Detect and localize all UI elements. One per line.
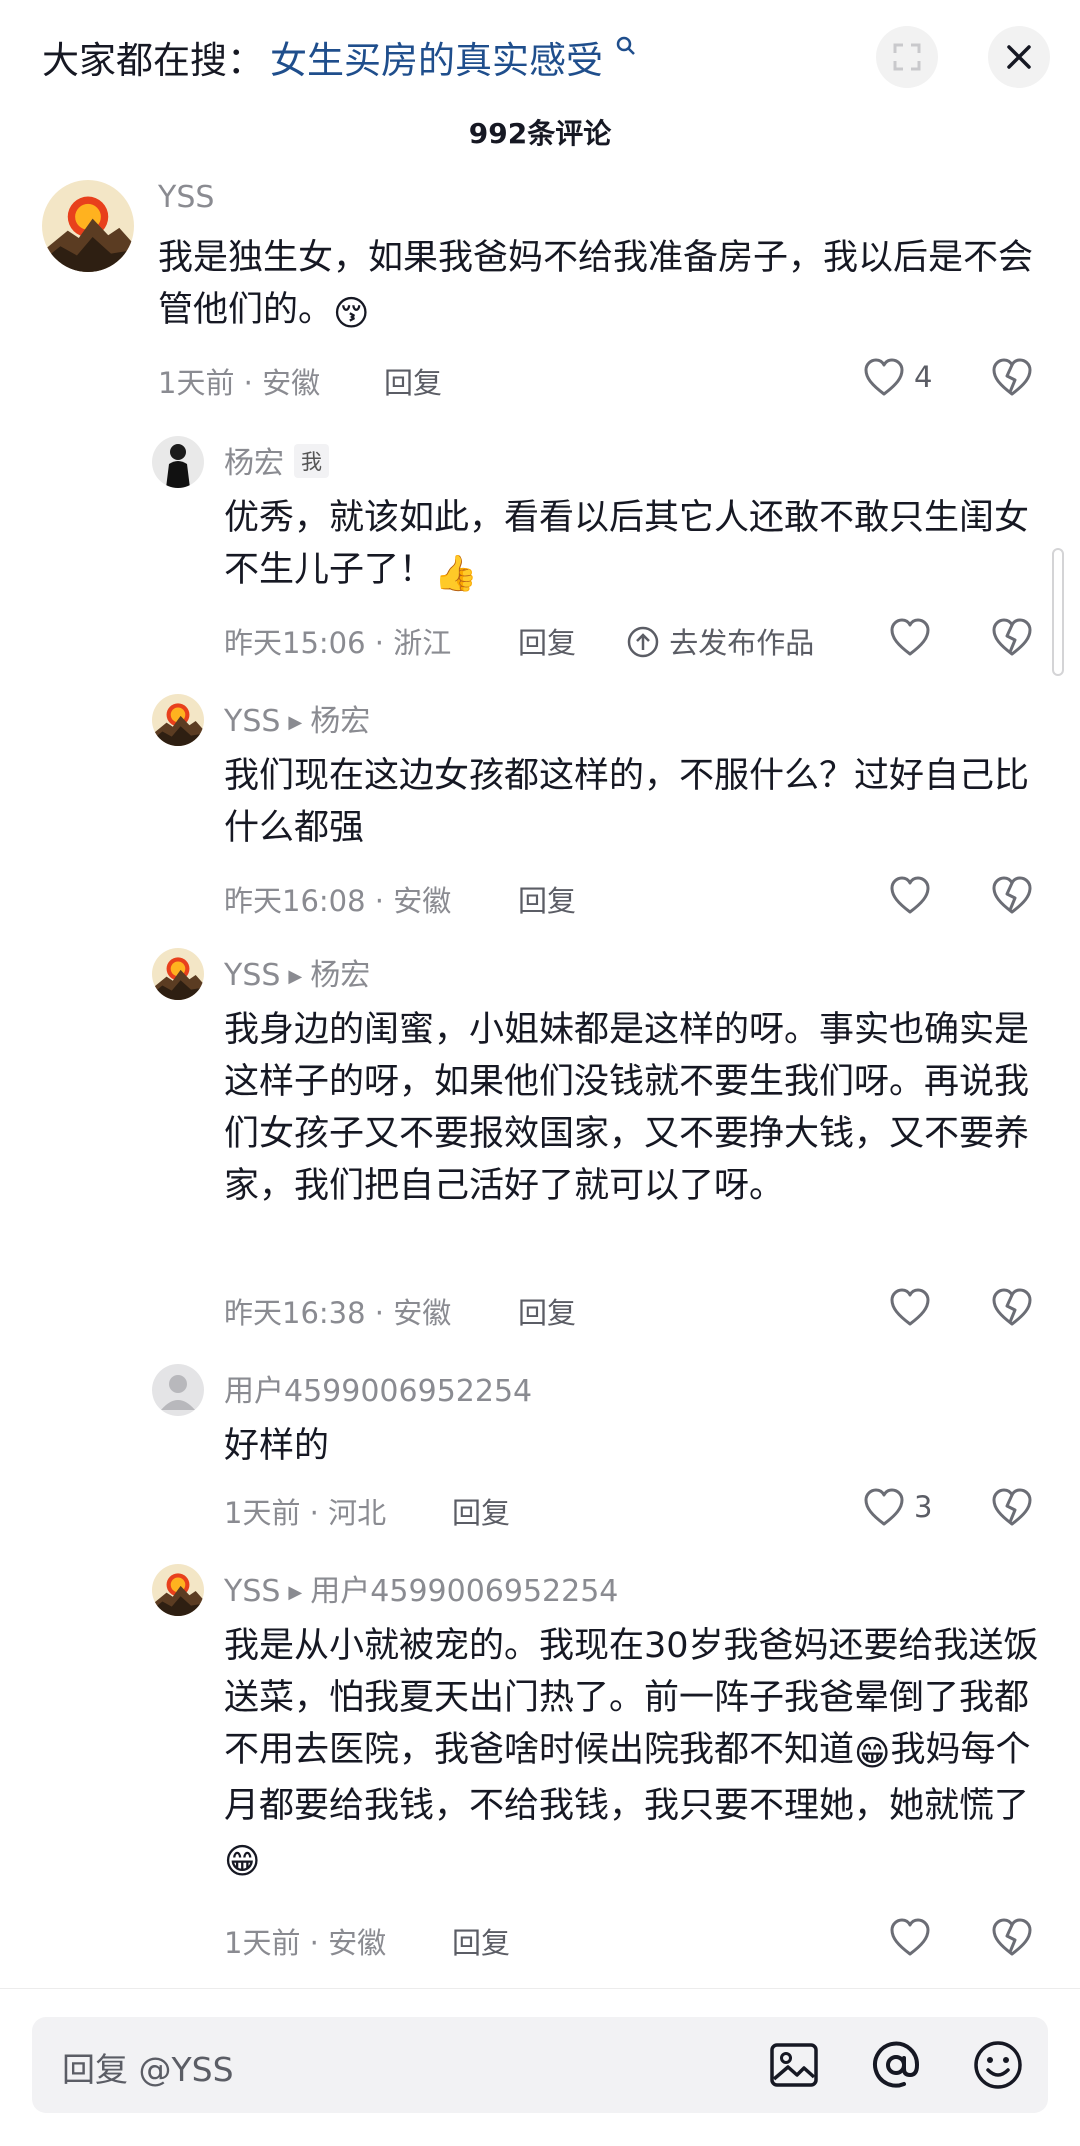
heart-outline-icon[interactable] [888,616,932,660]
heart-outline-icon[interactable] [888,1916,932,1960]
comment-text: 我是独生女，如果我爸妈不给我准备房子，我以后是不会管他们的。😚 [158,232,1038,340]
comment-text-content: 我是独生女，如果我爸妈不给我准备房子，我以后是不会管他们的。 [158,238,1034,330]
like-count: 3 [914,1490,933,1524]
comment-username[interactable]: YSS ▶ 杨宏 [224,950,370,994]
comment-time-location: 1天前 · 安徽 [224,1926,387,1960]
search-icon[interactable] [616,36,636,56]
reply-input[interactable]: 回复 @YSS [32,2017,1048,2113]
reply-button[interactable]: 回复 [384,360,442,402]
heart-outline-icon[interactable] [888,874,932,918]
comment-time: 1天前 [158,366,235,400]
reply-button[interactable]: 回复 [452,1920,510,1962]
comment-time-location: 昨天16:08 · 安徽 [224,884,452,918]
comment-username[interactable]: YSS [158,180,214,215]
username-text: YSS [224,958,281,993]
publish-label: 去发布作品 [669,626,815,660]
comment-location: 浙江 [393,626,452,660]
reply-button[interactable]: 回复 [518,620,576,662]
expand-icon [893,43,921,71]
heart-outline-icon[interactable] [888,1286,932,1330]
smiley-icon[interactable] [970,2037,1026,2093]
comment-time-location: 昨天15:06 · 浙江 [224,626,452,660]
heart-outline-icon[interactable] [862,1486,906,1530]
publish-work-button[interactable]: 去发布作品 [626,620,814,662]
image-icon[interactable] [766,2037,822,2093]
comment-time: 昨天15:06 [224,626,366,660]
comment-location: 安徽 [262,366,321,400]
comment-text: 我是从小就被宠的。我现在30岁我爸妈还要给我送饭送菜，怕我夏天出门热了。前一阵子… [224,1620,1044,1888]
comment-location: 安徽 [328,1926,387,1960]
avatar[interactable] [152,948,204,1000]
grin-emoji: 😁 [854,1734,891,1774]
heart-outline-icon[interactable] [862,356,906,400]
avatar[interactable] [152,436,204,488]
comment-username[interactable]: 杨宏我 [224,438,329,482]
comment-username[interactable]: 用户4599006952254 [224,1366,532,1410]
username-text: YSS [224,1574,281,1609]
broken-heart-icon[interactable] [990,874,1034,918]
reply-button[interactable]: 回复 [452,1490,510,1532]
username-text: 杨宏 [224,446,284,481]
search-suggestion-prefix: 大家都在搜： [42,39,264,82]
reply-target: 用户4599006952254 [310,1574,619,1609]
expand-button[interactable] [876,26,938,88]
broken-heart-icon[interactable] [990,1486,1034,1530]
avatar[interactable] [152,694,204,746]
comment-time-location: 1天前 · 安徽 [158,366,321,400]
comment-count: 992条评论 [468,117,612,150]
broken-heart-icon[interactable] [990,1286,1034,1330]
comment-text: 我们现在这边女孩都这样的，不服什么？过好自己比什么都强 [224,756,1030,848]
grin-emoji: 😁 [224,1842,261,1882]
comment-text: 优秀，就该如此，看看以后其它人还敢不敢只生闺女不生儿子了！👍 [224,492,1044,600]
reply-arrow-icon: ▶ [288,966,303,987]
close-button[interactable] [988,26,1050,88]
scrollbar-thumb[interactable] [1052,548,1064,676]
me-badge: 我 [294,444,329,478]
comment-text-content: 优秀，就该如此，看看以后其它人还敢不敢只生闺女不生儿子了！ [224,498,1030,590]
reply-target: 杨宏 [310,958,371,993]
reply-arrow-icon: ▶ [288,712,303,733]
avatar[interactable] [152,1564,204,1616]
comment-time: 昨天16:38 [224,1296,366,1330]
broken-heart-icon[interactable] [990,616,1034,660]
like-count: 4 [914,360,933,394]
comment-username[interactable]: YSS ▶ 杨宏 [224,696,370,740]
comment-time: 1天前 [224,1496,301,1530]
reply-input-bar: 回复 @YSS [0,1988,1080,2146]
comment-text: 好样的 [224,1426,330,1466]
username-text: YSS [224,704,281,739]
comment-text: 我身边的闺蜜，小姐妹都是这样的呀。事实也确实是这样子的呀，如果他们没钱就不要生我… [224,1010,1030,1206]
comment-time: 昨天16:08 [224,884,366,918]
reply-button[interactable]: 回复 [518,1290,576,1332]
comment-location: 安徽 [393,884,452,918]
top-bar: 大家都在搜： 女生买房的真实感受 [0,0,1080,112]
thumbs-up-emoji: 👍 [434,554,478,594]
reply-arrow-icon: ▶ [288,1582,303,1603]
comment-location: 安徽 [393,1296,452,1330]
avatar[interactable] [152,1364,204,1416]
reply-target: 杨宏 [310,704,371,739]
search-suggestion-link[interactable]: 女生买房的真实感受 [270,30,603,84]
comment-location: 河北 [328,1496,387,1530]
broken-heart-icon[interactable] [990,356,1034,400]
at-sign-icon[interactable] [868,2037,924,2093]
avatar[interactable] [42,180,134,272]
upload-icon [627,626,659,658]
reply-input-placeholder: 回复 @YSS [62,2050,234,2089]
broken-heart-icon[interactable] [990,1916,1034,1960]
comment-time: 1天前 [224,1926,301,1960]
comment-time-location: 昨天16:38 · 安徽 [224,1296,452,1330]
reply-button[interactable]: 回复 [518,878,576,920]
kiss-emoji: 😚 [333,294,370,334]
comment-time-location: 1天前 · 河北 [224,1496,387,1530]
close-icon [1007,45,1031,69]
comment-username[interactable]: YSS ▶ 用户4599006952254 [224,1566,618,1610]
